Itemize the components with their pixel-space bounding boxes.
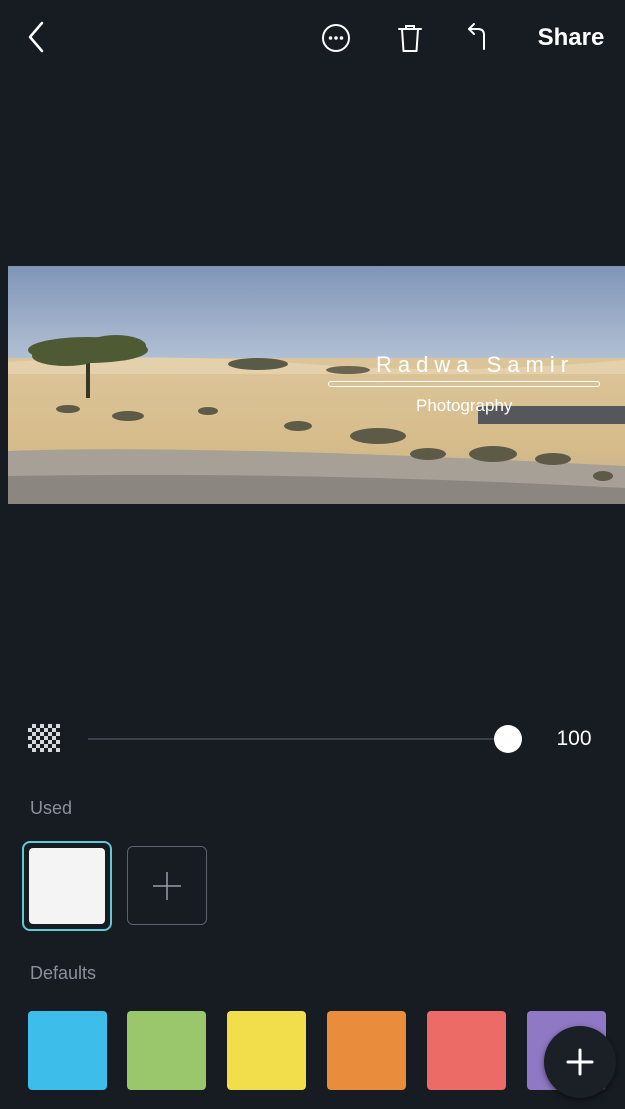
- plus-icon: [566, 1048, 594, 1076]
- default-color-swatch[interactable]: [28, 1011, 107, 1090]
- watermark-name: Radwa Samir: [376, 352, 575, 377]
- trash-icon: [398, 25, 422, 52]
- opacity-value: 100: [556, 727, 592, 750]
- share-button[interactable]: Share: [528, 20, 614, 56]
- default-color-swatch[interactable]: [227, 1011, 306, 1090]
- watermark-bar: [328, 381, 600, 387]
- chevron-left-icon: [28, 21, 44, 53]
- default-color-swatch[interactable]: [127, 1011, 206, 1090]
- used-section-label: Used: [30, 798, 73, 818]
- used-color-swatch: [29, 848, 105, 924]
- plus-icon: [153, 871, 181, 900]
- top-toolbar: Share: [0, 0, 625, 80]
- undo-button[interactable]: [458, 16, 498, 56]
- undo-icon: [468, 23, 485, 50]
- watermark-subtitle: Photography: [416, 396, 513, 415]
- used-color-selected[interactable]: [22, 841, 112, 931]
- more-circle-icon: [322, 24, 350, 52]
- opacity-slider-thumb[interactable]: [494, 725, 522, 753]
- add-fab-button[interactable]: [544, 1026, 616, 1098]
- add-color-button[interactable]: [127, 846, 207, 925]
- delete-button[interactable]: [390, 18, 430, 58]
- default-color-swatch[interactable]: [327, 1011, 406, 1090]
- more-button[interactable]: [316, 18, 356, 58]
- checker-opacity-icon: [28, 724, 60, 752]
- opacity-slider-fill: [88, 738, 508, 740]
- photo-canvas[interactable]: Radwa Samir Photography: [8, 266, 625, 504]
- defaults-section-label: Defaults: [30, 963, 97, 983]
- default-color-swatch[interactable]: [427, 1011, 506, 1090]
- back-button[interactable]: [18, 16, 54, 58]
- opacity-slider-track[interactable]: [88, 738, 508, 740]
